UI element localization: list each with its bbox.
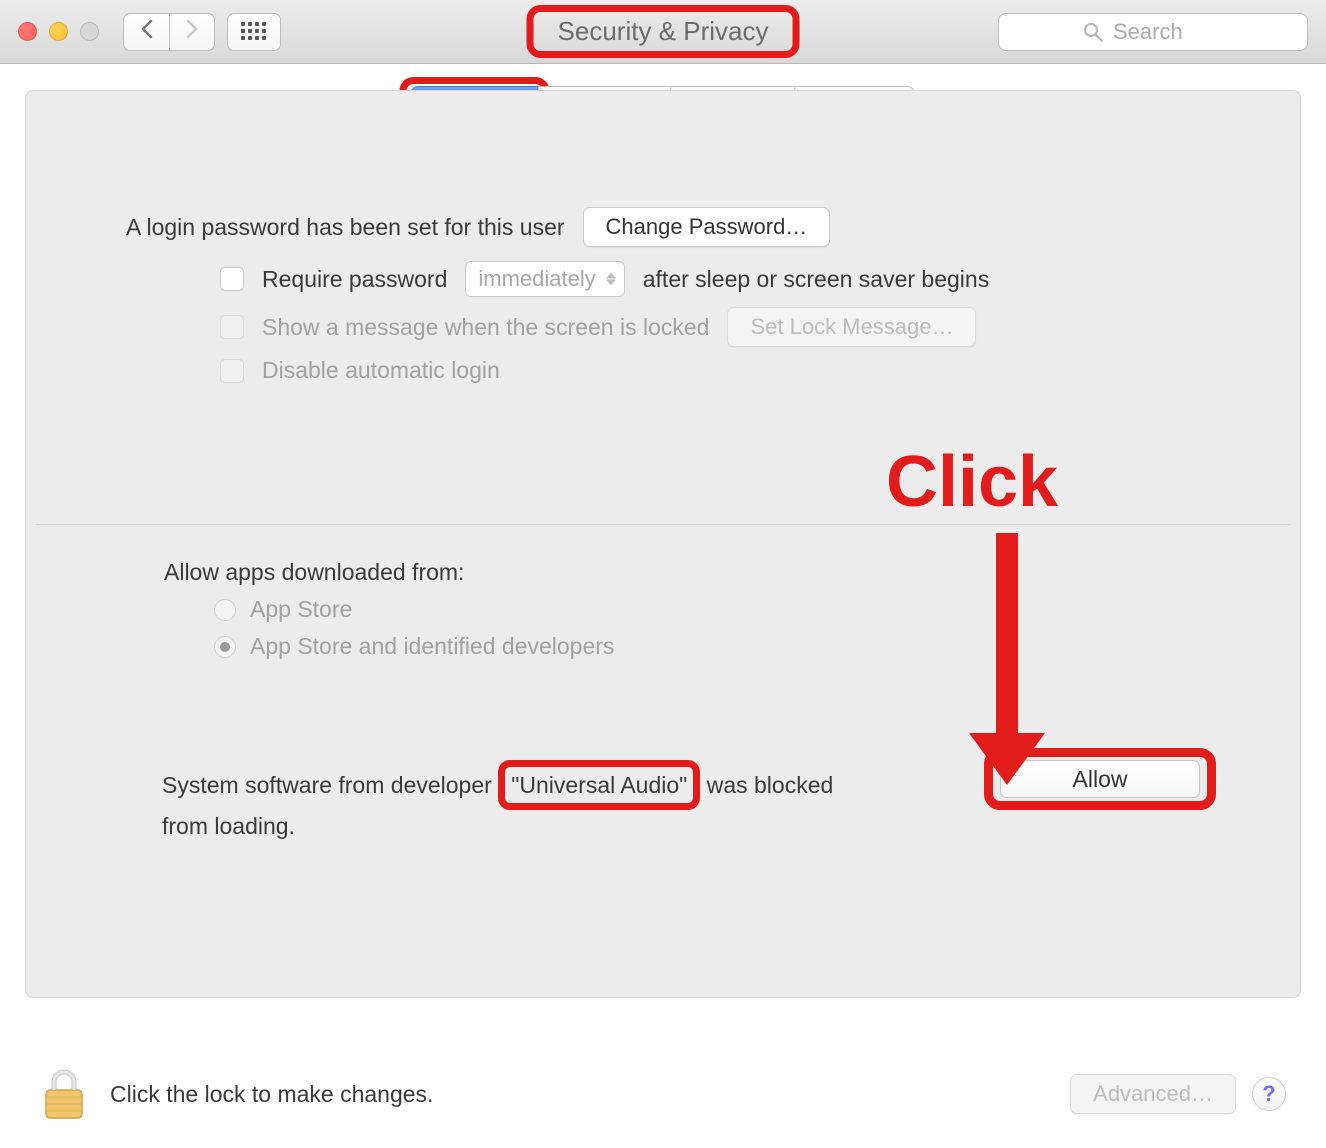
disable-auto-login-checkbox — [220, 359, 244, 383]
footer: Click the lock to make changes. Advanced… — [0, 1040, 1326, 1148]
require-password-delay-select[interactable]: immediately — [465, 261, 624, 297]
search-icon — [1083, 22, 1103, 42]
allow-button[interactable]: Allow — [1000, 760, 1200, 798]
chevron-right-icon — [185, 19, 199, 45]
allow-button-wrap: Allow — [1000, 760, 1200, 798]
change-password-button[interactable]: Change Password… — [583, 207, 831, 247]
annotation-highlight-developer: "Universal Audio" — [498, 760, 700, 810]
grid-icon — [241, 22, 267, 42]
radio-identified-label: App Store and identified developers — [250, 633, 614, 660]
radio-identified-developers — [214, 636, 236, 658]
blocked-prefix: System software from developer — [162, 772, 492, 798]
zoom-window-icon — [80, 22, 99, 41]
chevron-left-icon — [140, 19, 154, 45]
require-password-prefix: Require password — [262, 266, 447, 293]
blocked-software-text: System software from developer "Universa… — [162, 760, 862, 842]
select-value: immediately — [478, 266, 595, 292]
radio-app-store — [214, 599, 236, 621]
set-lock-message-button: Set Lock Message… — [727, 307, 976, 347]
window-title-wrap: Security & Privacy — [527, 5, 800, 58]
close-window-icon[interactable] — [18, 22, 37, 41]
lock-icon[interactable] — [40, 1066, 88, 1122]
show-lock-message-checkbox — [220, 315, 244, 339]
blocked-developer-name: "Universal Audio" — [511, 772, 687, 798]
window-title: Security & Privacy — [558, 16, 769, 46]
login-password-section: A login password has been set for this u… — [26, 151, 1300, 434]
help-icon: ? — [1262, 1081, 1275, 1107]
minimize-window-icon[interactable] — [49, 22, 68, 41]
forward-button[interactable] — [169, 13, 215, 51]
require-password-checkbox[interactable] — [220, 267, 244, 291]
advanced-button: Advanced… — [1070, 1074, 1236, 1114]
show-all-prefs-button[interactable] — [227, 13, 281, 51]
content-area: General FileVault Firewall Privacy A log… — [0, 64, 1326, 1148]
gatekeeper-section: Allow apps downloaded from: App Store Ap… — [26, 525, 1300, 842]
nav-buttons — [123, 13, 215, 51]
help-button[interactable]: ? — [1252, 1077, 1286, 1111]
annotation-click-callout: Click — [886, 441, 1058, 523]
preferences-pane: A login password has been set for this u… — [25, 90, 1301, 998]
annotation-click-text: Click — [886, 441, 1058, 523]
require-password-suffix: after sleep or screen saver begins — [643, 266, 989, 293]
traffic-lights — [18, 22, 99, 41]
window-titlebar: Security & Privacy — [0, 0, 1326, 64]
disable-auto-login-label: Disable automatic login — [262, 357, 500, 384]
radio-app-store-label: App Store — [250, 596, 352, 623]
stepper-icon — [606, 273, 616, 286]
search-field[interactable] — [998, 13, 1308, 51]
annotation-highlight-title: Security & Privacy — [527, 5, 800, 58]
back-button[interactable] — [123, 13, 169, 51]
allow-apps-heading: Allow apps downloaded from: — [164, 559, 1240, 586]
blocked-software-row: System software from developer "Universa… — [162, 760, 1240, 842]
lock-hint-text: Click the lock to make changes. — [110, 1081, 433, 1108]
show-lock-message-label: Show a message when the screen is locked — [262, 314, 709, 341]
login-password-label: A login password has been set for this u… — [126, 214, 565, 241]
search-input[interactable] — [1113, 19, 1223, 45]
